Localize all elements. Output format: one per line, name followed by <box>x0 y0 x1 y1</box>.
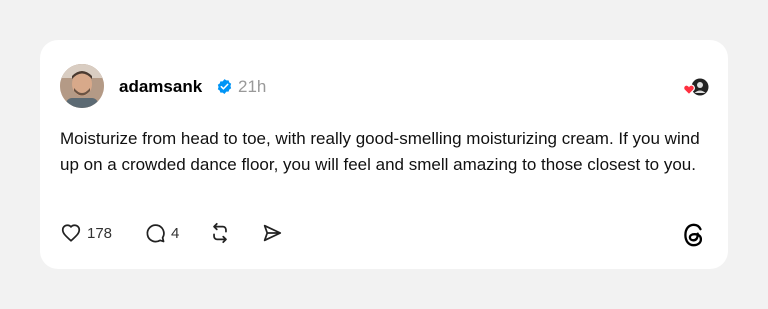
comment-icon <box>146 224 165 243</box>
reply-count: 4 <box>171 224 180 242</box>
username[interactable]: adamsank <box>119 77 202 97</box>
like-count: 178 <box>87 224 113 242</box>
like-button[interactable]: 178 <box>60 222 112 244</box>
heart-icon <box>61 224 81 242</box>
post-time: 21h <box>238 77 267 96</box>
verified-badge-icon <box>217 79 232 94</box>
liked-by-avatar-icon[interactable] <box>680 77 710 97</box>
repost-button[interactable] <box>209 222 231 244</box>
post-card: adamsank 21h Moisturize from head to toe… <box>40 40 728 269</box>
send-icon <box>264 224 282 242</box>
avatar[interactable] <box>60 64 104 108</box>
threads-logo[interactable] <box>680 221 708 249</box>
action-bar: 178 4 <box>60 220 283 246</box>
reply-button[interactable]: 4 <box>144 222 179 244</box>
share-button[interactable] <box>261 222 283 244</box>
repost-icon <box>213 222 228 244</box>
post-text: Moisturize from head to toe, with really… <box>60 129 700 174</box>
